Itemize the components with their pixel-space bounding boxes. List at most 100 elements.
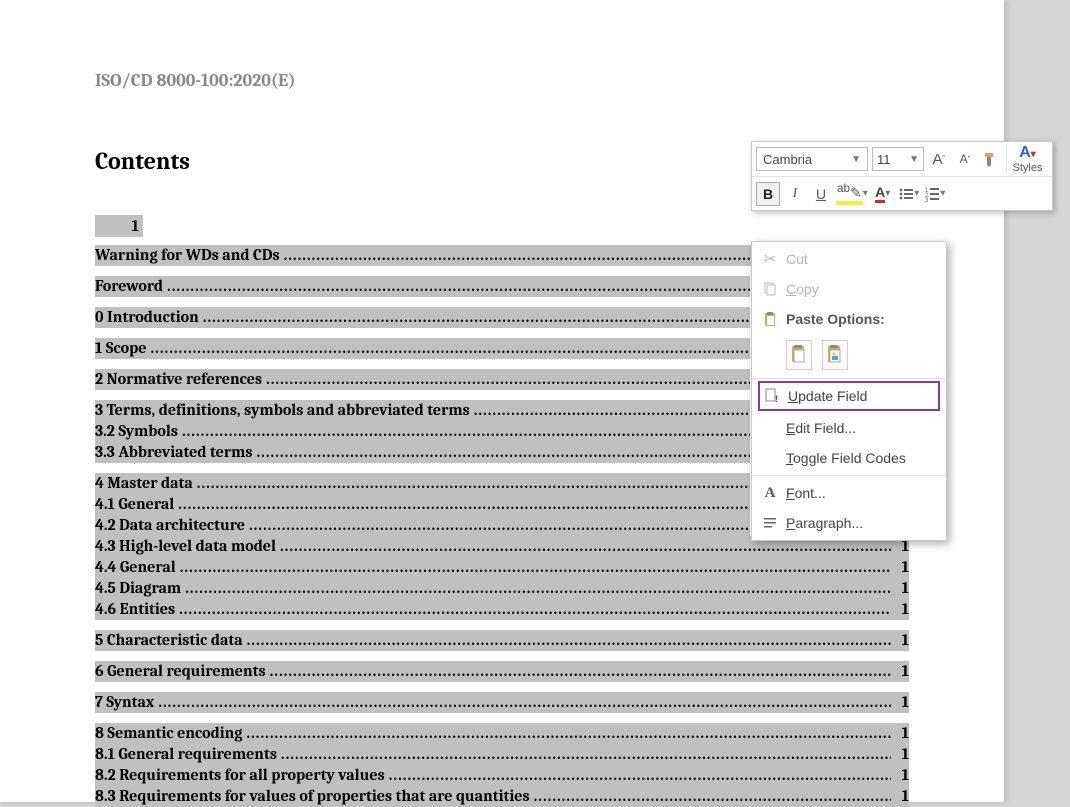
toc-entry-text: 5 Characteristic data [95, 630, 247, 651]
styles-label: Styles [1013, 162, 1043, 174]
numbering-button[interactable]: 123▾ [924, 182, 946, 206]
toc-entry-text: 1 Scope [95, 338, 151, 359]
toc-line[interactable]: 5 Characteristic data ..................… [95, 630, 909, 651]
toc-page-number: 1 [891, 661, 909, 682]
toc-leader-dots: ........................................… [474, 400, 750, 421]
format-painter-icon[interactable] [980, 147, 1002, 171]
toc-line[interactable]: 1 Scope ................................… [95, 338, 750, 359]
copy-menu-item[interactable]: Copy [752, 274, 946, 304]
font-name-select[interactable]: Cambria ▼ [756, 147, 868, 171]
increase-font-icon[interactable]: Aˆ [928, 147, 950, 171]
font-color-button[interactable]: A▾ [872, 182, 894, 206]
svg-text:3: 3 [925, 198, 929, 202]
copy-icon [758, 281, 782, 297]
toc-line[interactable]: 8.1 General requirements ...............… [95, 744, 909, 765]
toc-selected-block[interactable]: 1 [95, 215, 143, 237]
toc-line[interactable]: Foreword ...............................… [95, 276, 750, 297]
decrease-font-icon[interactable]: Aˇ [954, 147, 976, 171]
toc-line[interactable]: 7 Syntax ...............................… [95, 692, 909, 713]
toc-page-number: 1 [891, 557, 909, 578]
toc-line[interactable]: 0 Introduction .........................… [95, 307, 750, 328]
toc-leader-dots: ........................................… [158, 692, 891, 713]
toc-line[interactable]: 4 Master data ..........................… [95, 473, 750, 494]
toc-group: 8 Semantic encoding ....................… [95, 723, 909, 807]
toc-leader-dots: ........................................… [178, 494, 750, 515]
toc-leader-dots: ........................................… [151, 338, 751, 359]
font-size-select[interactable]: 11 ▼ [872, 147, 924, 171]
italic-button[interactable]: I [784, 182, 806, 206]
edit-field-menu-item[interactable]: Edit Field... [752, 413, 946, 443]
toc-line[interactable]: 6 General requirements .................… [95, 661, 909, 682]
bullets-button[interactable]: ▾ [898, 182, 920, 206]
toc-entry-text: 4 Master data [95, 473, 197, 494]
paragraph-menu-item[interactable]: Paragraph... [752, 508, 946, 538]
toc-leader-dots: ........................................… [249, 515, 750, 536]
toc-page-number: 1 [891, 723, 909, 744]
toc-line[interactable]: 4.2 Data architecture ..................… [95, 515, 750, 536]
font-menu-item[interactable]: A Font... [752, 478, 946, 508]
toc-leader-dots: ........................................… [197, 473, 750, 494]
cut-menu-item[interactable]: ✂ Cut [752, 244, 946, 274]
paste-options-row [752, 334, 946, 376]
toc-leader-dots: ........................................… [246, 723, 891, 744]
toc-line[interactable]: 3.2 Symbols ............................… [95, 421, 750, 442]
toc-group: 6 General requirements .................… [95, 661, 909, 682]
paste-keep-source-button[interactable] [786, 340, 812, 370]
toggle-field-codes-menu-item[interactable]: Toggle Field Codes [752, 443, 946, 473]
toc-page-number: 1 [891, 599, 909, 620]
styles-button[interactable]: A▾ Styles [1006, 144, 1048, 174]
toc-page-number: 1 [891, 744, 909, 765]
toc-entry-text: 8.1 General requirements [95, 744, 281, 765]
toc-entry-text: 8.2 Requirements for all property values [95, 765, 389, 786]
scissors-icon: ✂ [758, 250, 782, 268]
toc-line[interactable]: 4.1 General ............................… [95, 494, 750, 515]
toc-entry-text: 3.3 Abbreviated terms [95, 442, 256, 463]
toc-leader-dots: ........................................… [256, 442, 750, 463]
toc-leader-dots: ........................................… [389, 765, 891, 786]
toc-entry-text: 2 Normative references [95, 369, 266, 390]
toc-line[interactable]: 4.4 General ............................… [95, 557, 909, 578]
toc-line[interactable]: 3 Terms, definitions, symbols and abbrev… [95, 400, 750, 421]
toc-line[interactable]: 8.2 Requirements for all property values… [95, 765, 909, 786]
bold-button[interactable]: B [756, 182, 780, 206]
toc-page-number: 1 [891, 578, 909, 599]
toc-leader-dots: ........................................… [270, 661, 891, 682]
svg-text:!: ! [775, 394, 778, 404]
toc-leader-dots: ........................................… [281, 744, 891, 765]
toc-leader-dots: ........................................… [266, 369, 750, 390]
chevron-down-icon: ▼ [909, 154, 919, 165]
toc-leader-dots: ........................................… [182, 421, 750, 442]
clipboard-icon [758, 311, 782, 327]
toc-entry-text: 8.3 Requirements for values of propertie… [95, 786, 534, 807]
toc-line[interactable]: 8.3 Requirements for values of propertie… [95, 786, 909, 807]
toc-leader-dots: ........................................… [180, 557, 891, 578]
toc-leader-dots: ........................................… [534, 786, 891, 807]
underline-button[interactable]: U [810, 182, 832, 206]
toc-entry-text: 7 Syntax [95, 692, 158, 713]
font-icon: A [758, 485, 782, 502]
toc-entry-text: 4.1 General [95, 494, 178, 515]
toc-entry-text: Foreword [95, 276, 167, 297]
toc-line[interactable]: 2 Normative references .................… [95, 369, 750, 390]
document-header: ISO/CD 8000-100:2020(E) [95, 70, 909, 91]
toc-leader-dots: ........................................… [247, 630, 891, 651]
paste-options-label: Paste Options: [752, 304, 946, 334]
paste-picture-button[interactable] [822, 340, 848, 370]
toc-entry-text: 6 General requirements [95, 661, 270, 682]
toc-leader-dots: ........................................… [185, 578, 891, 599]
toc-line[interactable]: 4.6 Entities ...........................… [95, 599, 909, 620]
update-field-menu-item[interactable]: ! Update Field [758, 381, 940, 411]
paragraph-icon [758, 515, 782, 531]
toc-line[interactable]: 8 Semantic encoding ....................… [95, 723, 909, 744]
toc-line[interactable]: 3.3 Abbreviated terms ..................… [95, 442, 750, 463]
toc-entry-text: Warning for WDs and CDs [95, 245, 284, 266]
highlight-button[interactable]: ab✎▾ [836, 182, 868, 206]
toc-entry-text: 3 Terms, definitions, symbols and abbrev… [95, 400, 474, 421]
font-size-value: 11 [877, 152, 891, 167]
toc-page-number: 1 [891, 692, 909, 713]
toc-entry-text: 4.2 Data architecture [95, 515, 249, 536]
toc-line[interactable]: 4.5 Diagram ............................… [95, 578, 909, 599]
toc-entry-text: 3.2 Symbols [95, 421, 182, 442]
toc-entry-text: 4.4 General [95, 557, 180, 578]
update-field-icon: ! [760, 388, 784, 404]
